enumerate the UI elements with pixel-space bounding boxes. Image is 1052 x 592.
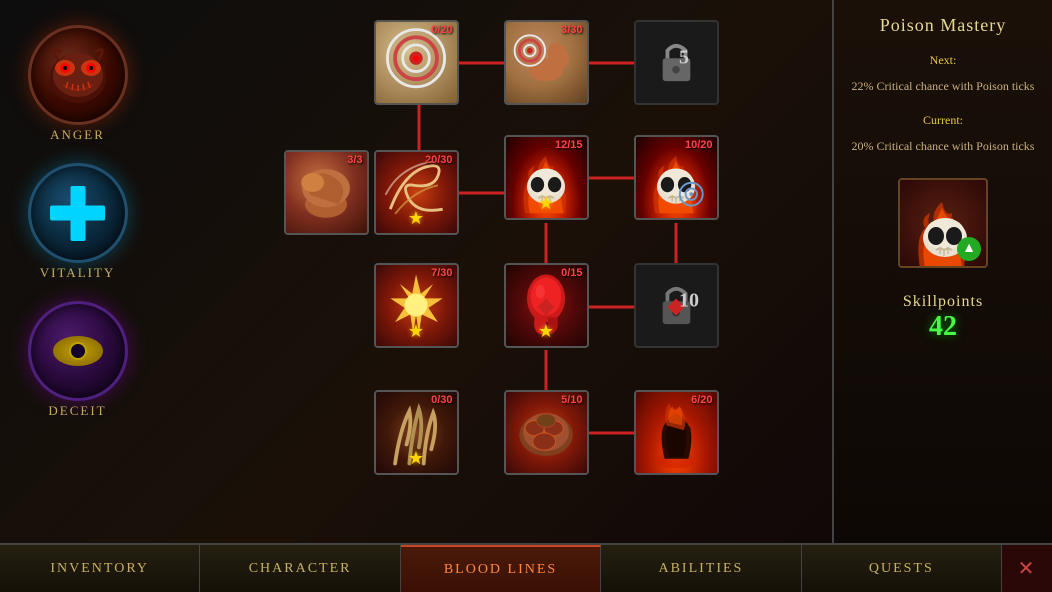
blood-label: 0/15	[561, 267, 582, 279]
panel-current-desc: 20% Critical chance with Poison ticks	[852, 137, 1035, 155]
bottom-nav: Inventory Character Blood Lines Abilitie…	[0, 543, 1052, 592]
vitality-cross	[50, 186, 105, 241]
nav-abilities[interactable]: Abilities	[601, 545, 801, 592]
skill-preview[interactable]: ▲	[898, 178, 988, 268]
wind-star: ★	[408, 208, 424, 229]
strength-label: 3/3	[347, 154, 362, 166]
vitality-label: Vitality	[40, 265, 116, 281]
panel-title: Poison Mastery	[880, 15, 1007, 36]
skill-grid: 0/20 3/30	[284, 15, 704, 525]
starburst-star: ★	[408, 321, 424, 342]
skillpoints-value: 42	[929, 311, 957, 343]
deceit-pupil	[69, 342, 87, 360]
claw-label: 0/30	[431, 394, 452, 406]
muscle-label: 5/10	[561, 394, 582, 406]
vitality-orb[interactable]	[28, 163, 128, 263]
nav-inventory[interactable]: Inventory	[0, 545, 200, 592]
skill-preview-inner: ▲	[900, 180, 986, 266]
nav-bloodlines[interactable]: Blood Lines	[401, 545, 601, 592]
flameskull1-label: 12/15	[555, 139, 583, 151]
claw-star: ★	[408, 448, 424, 469]
panel-current-label: Current:	[923, 111, 963, 129]
panel-next-desc: 22% Critical chance with Poison ticks	[852, 77, 1035, 95]
archery1-label: 0/20	[431, 24, 452, 36]
nav-close[interactable]: ✕	[1002, 545, 1052, 592]
up-arrow[interactable]: ▲	[957, 237, 981, 261]
starburst-label: 7/30	[431, 267, 452, 279]
nav-quests[interactable]: Quests	[802, 545, 1002, 592]
right-panel: Poison Mastery Next: 22% Critical chance…	[832, 0, 1052, 543]
left-sidebar: Anger Vitality Deceit	[0, 0, 155, 543]
flameskull1-star: ★	[538, 193, 554, 214]
deceit-label: Deceit	[48, 403, 106, 419]
wind-label: 20/30	[425, 154, 453, 166]
locked1-num: 5	[679, 47, 689, 70]
flameskull2-label: 10/20	[685, 139, 713, 151]
connectors-svg	[284, 15, 704, 525]
shadow-label: 6/20	[691, 394, 712, 406]
panel-next-label: Next:	[930, 51, 957, 69]
anger-orb[interactable]	[28, 25, 128, 125]
archery2-label: 3/30	[561, 24, 582, 36]
skill-tree: 0/20 3/30	[155, 0, 832, 543]
deceit-eye	[53, 336, 103, 366]
locked2-num: 10	[679, 290, 699, 313]
skillpoints-label: Skillpoints	[903, 293, 983, 311]
blood-star: ★	[538, 321, 554, 342]
nav-character[interactable]: Character	[200, 545, 400, 592]
game-area: Anger Vitality Deceit	[0, 0, 1052, 543]
anger-label: Anger	[50, 127, 105, 143]
deceit-orb[interactable]	[28, 301, 128, 401]
